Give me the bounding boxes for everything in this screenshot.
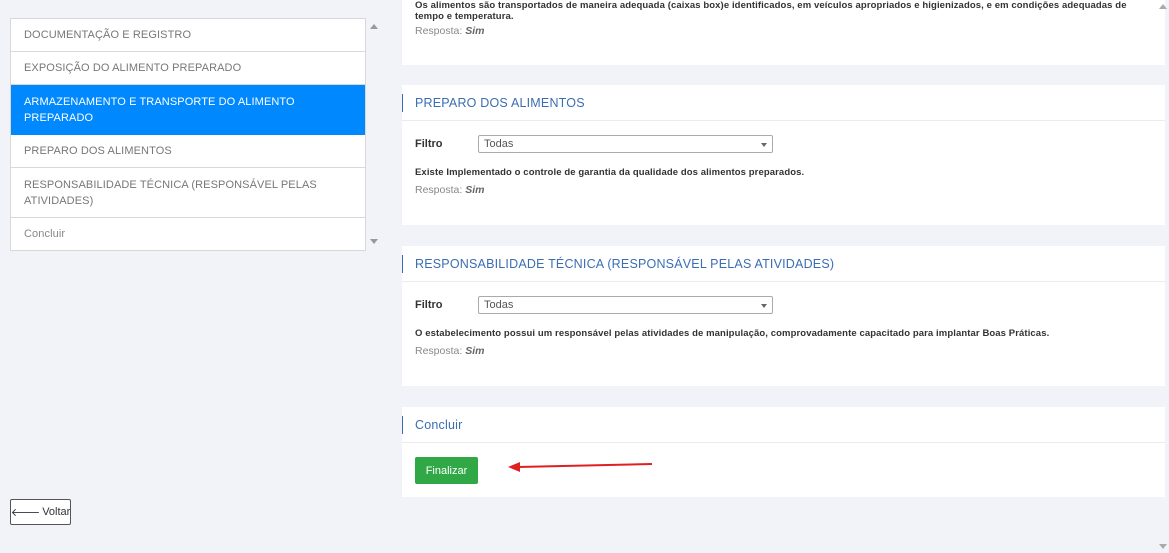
filter-label: Filtro	[415, 138, 443, 150]
back-button[interactable]: 🡐 Voltar	[10, 499, 71, 525]
answer-line: Resposta: Sim	[415, 184, 1152, 196]
scroll-down-icon[interactable]	[1159, 544, 1167, 549]
section-title: RESPONSABILIDADE TÉCNICA (RESPONSÁVEL PE…	[402, 246, 1165, 282]
nav-item-armazenamento[interactable]: ARMAZENAMENTO E TRANSPORTE DO ALIMENTO P…	[11, 85, 365, 135]
answer-value: Sim	[465, 25, 485, 37]
section-responsabilidade-card: RESPONSABILIDADE TÉCNICA (RESPONSÁVEL PE…	[402, 246, 1165, 386]
nav-scrollbar[interactable]	[367, 18, 381, 250]
nav-item-responsabilidade[interactable]: RESPONSABILIDADE TÉCNICA (RESPONSÁVEL PE…	[11, 168, 365, 218]
scroll-up-icon[interactable]	[370, 24, 378, 29]
arrow-left-icon: 🡐	[10, 507, 41, 519]
question-text: O estabelecimento possui um responsável …	[415, 328, 1050, 339]
back-button-label: Voltar	[42, 506, 71, 518]
section-armazenamento-card: Os alimentos são transportados de maneir…	[402, 0, 1165, 65]
filter-select-value: Todas	[484, 299, 514, 311]
filter-select-value: Todas	[484, 138, 514, 150]
finalize-button[interactable]: Finalizar	[415, 457, 478, 484]
section-concluir-card: Concluir Finalizar	[402, 407, 1165, 497]
answer-label: Resposta:	[415, 184, 463, 196]
section-nav: DOCUMENTAÇÃO E REGISTRO EXPOSIÇÃO DO ALI…	[10, 18, 366, 251]
question-text: Existe Implementado o controle de garant…	[415, 167, 805, 178]
section-preparo-card: PREPARO DOS ALIMENTOS Filtro Todas Exist…	[402, 85, 1165, 225]
nav-item-documentacao[interactable]: DOCUMENTAÇÃO E REGISTRO	[11, 19, 365, 52]
chevron-down-icon	[761, 143, 767, 147]
section-title: PREPARO DOS ALIMENTOS	[402, 85, 1165, 121]
question-text: Os alimentos são transportados de maneir…	[415, 0, 1127, 22]
scroll-down-icon[interactable]	[370, 239, 378, 244]
answer-line: Resposta: Sim	[415, 25, 1152, 37]
nav-item-preparo[interactable]: PREPARO DOS ALIMENTOS	[11, 135, 365, 168]
annotation-arrow-icon	[508, 462, 653, 472]
nav-item-concluir[interactable]: Concluir	[11, 218, 365, 251]
filter-label: Filtro	[415, 299, 443, 311]
filter-select[interactable]: Todas	[478, 296, 773, 314]
chevron-down-icon	[761, 304, 767, 308]
section-title: Concluir	[402, 407, 1165, 443]
page-scrollbar[interactable]	[1157, 0, 1169, 553]
scroll-up-icon[interactable]	[1159, 4, 1167, 9]
answer-label: Resposta:	[415, 25, 463, 37]
answer-value: Sim	[465, 345, 485, 357]
answer-value: Sim	[465, 184, 485, 196]
filter-select[interactable]: Todas	[478, 135, 773, 153]
nav-item-exposicao[interactable]: EXPOSIÇÃO DO ALIMENTO PREPARADO	[11, 52, 365, 85]
answer-line: Resposta: Sim	[415, 345, 1152, 357]
answer-label: Resposta:	[415, 345, 463, 357]
